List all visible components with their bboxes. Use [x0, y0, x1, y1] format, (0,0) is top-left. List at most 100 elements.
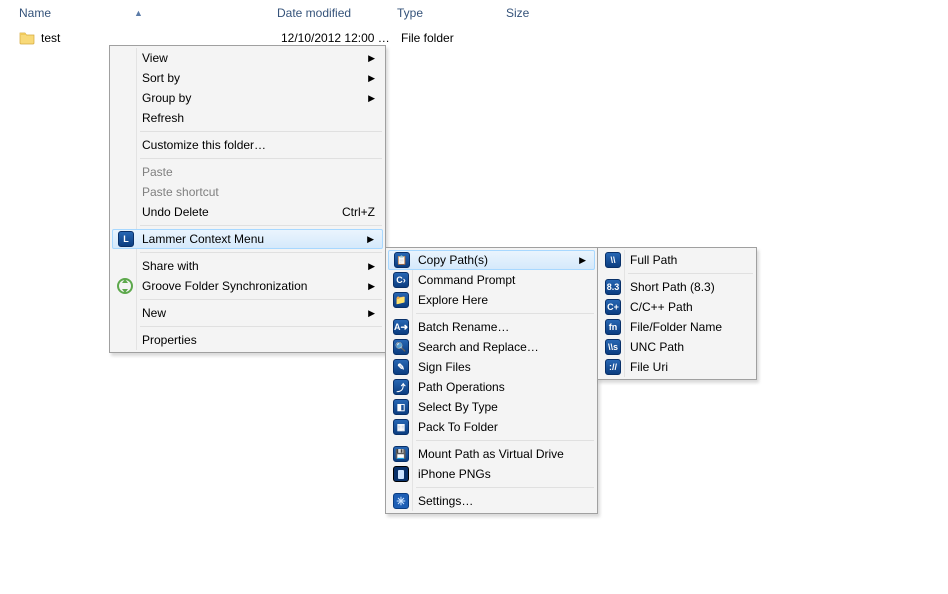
menu-item-label: Settings…: [418, 494, 587, 508]
menu-item-label: New: [142, 306, 375, 320]
menu-item-pack-to-folder[interactable]: ▦ Pack To Folder: [388, 417, 595, 437]
feature-icon: \\: [605, 252, 621, 268]
menu-item-label: Short Path (8.3): [630, 280, 746, 294]
menu-item-copy-path-s[interactable]: 📋Copy Path(s)▶: [388, 250, 595, 270]
lammer-icon: L: [118, 231, 134, 247]
menu-item-file-uri[interactable]: ://File Uri: [600, 357, 754, 377]
feature-icon: A➜: [393, 319, 409, 335]
context-menu-copypath: \\ Full Path 8.3 Short Path (8.3) C+ C/C++ Pa…: [597, 247, 757, 380]
menu-item-command-prompt[interactable]: C›Command Prompt: [388, 270, 595, 290]
menu-item-label: Select By Type: [418, 400, 587, 414]
column-headers: Name ▲ Date modified Type Size: [0, 0, 948, 26]
col-header-name[interactable]: Name ▲: [19, 6, 277, 20]
feature-icon: 📁: [393, 292, 409, 308]
feature-icon: \\s: [605, 339, 621, 355]
menu-separator: [416, 313, 594, 314]
submenu-arrow-icon: ▶: [367, 234, 374, 245]
menu-item-settings[interactable]: Settings…: [388, 491, 595, 511]
col-header-name-label: Name: [19, 6, 51, 20]
feature-icon: ✎: [393, 359, 409, 375]
col-header-date[interactable]: Date modified: [277, 6, 397, 20]
menu-item-label: Sort by: [142, 71, 375, 85]
menu-item-properties[interactable]: Properties: [112, 330, 383, 350]
menu-item-select-by-type[interactable]: ◧ Select By Type: [388, 397, 595, 417]
menu-separator: [140, 131, 382, 132]
menu-item-label: Command Prompt: [418, 273, 587, 287]
menu-item-label: Lammer Context Menu: [142, 232, 375, 246]
menu-item-label: Search and Replace…: [418, 340, 587, 354]
menu-item-customize-this-folder[interactable]: Customize this folder…: [112, 135, 383, 155]
submenu-arrow-icon: ▶: [368, 308, 375, 319]
menu-item-accel: Ctrl+Z: [312, 205, 375, 219]
submenu-arrow-icon: ▶: [368, 281, 375, 292]
menu-item-lammer-context-menu[interactable]: L Lammer Context Menu▶: [112, 229, 383, 249]
menu-item-label: Path Operations: [418, 380, 587, 394]
menu-item-label: Properties: [142, 333, 375, 347]
menu-separator: [140, 326, 382, 327]
menu-item-new[interactable]: New▶: [112, 303, 383, 323]
feature-icon: 8.3: [605, 279, 621, 295]
menu-item-label: File Uri: [630, 360, 746, 374]
menu-item-label: Sign Files: [418, 360, 587, 374]
menu-item-search-and-replace[interactable]: 🔍Search and Replace…: [388, 337, 595, 357]
menu-item-label: Paste shortcut: [142, 185, 375, 199]
menu-item-label: Explore Here: [418, 293, 587, 307]
submenu-arrow-icon: ▶: [368, 53, 375, 64]
menu-item-paste-shortcut: Paste shortcut: [112, 182, 383, 202]
feature-icon: 📋: [394, 252, 410, 268]
menu-item-explore-here[interactable]: 📁 Explore Here: [388, 290, 595, 310]
menu-item-label: Full Path: [630, 253, 746, 267]
feature-icon: C+: [605, 299, 621, 315]
col-header-size[interactable]: Size: [506, 6, 566, 20]
menu-item-short-path-8-3[interactable]: 8.3 Short Path (8.3): [600, 277, 754, 297]
iphone-icon: [393, 466, 409, 482]
menu-item-sign-files[interactable]: ✎ Sign Files: [388, 357, 595, 377]
feature-icon: 💾: [393, 446, 409, 462]
menu-item-file-folder-name[interactable]: fnFile/Folder Name: [600, 317, 754, 337]
menu-separator: [140, 299, 382, 300]
file-type: File folder: [401, 31, 510, 45]
menu-item-label: Paste: [142, 165, 375, 179]
menu-separator: [140, 252, 382, 253]
menu-item-refresh[interactable]: Refresh: [112, 108, 383, 128]
submenu-arrow-icon: ▶: [368, 73, 375, 84]
context-menu-lammer: 📋Copy Path(s)▶C›Command Prompt📁Explore H…: [385, 247, 598, 514]
menu-item-c-c-path[interactable]: C+ C/C++ Path: [600, 297, 754, 317]
menu-separator: [140, 225, 382, 226]
menu-item-full-path[interactable]: \\ Full Path: [600, 250, 754, 270]
menu-separator: [416, 440, 594, 441]
menu-item-path-operations[interactable]: ⤴ Path Operations: [388, 377, 595, 397]
menu-item-undo-delete[interactable]: Undo DeleteCtrl+Z: [112, 202, 383, 222]
menu-item-label: C/C++ Path: [630, 300, 746, 314]
submenu-arrow-icon: ▶: [368, 93, 375, 104]
feature-icon: ◧: [393, 399, 409, 415]
menu-item-view[interactable]: View▶: [112, 48, 383, 68]
menu-item-unc-path[interactable]: \\s UNC Path: [600, 337, 754, 357]
menu-item-label: Customize this folder…: [142, 138, 375, 152]
sort-indicator-icon: ▲: [134, 8, 143, 18]
menu-item-batch-rename[interactable]: A➜ Batch Rename…: [388, 317, 595, 337]
menu-item-share-with[interactable]: Share with▶: [112, 256, 383, 276]
col-header-type[interactable]: Type: [397, 6, 506, 20]
menu-item-label: Batch Rename…: [418, 320, 587, 334]
menu-separator: [416, 487, 594, 488]
menu-item-label: View: [142, 51, 375, 65]
settings-icon: [393, 493, 409, 509]
menu-item-label: Mount Path as Virtual Drive: [418, 447, 587, 461]
sync-icon: [117, 278, 133, 294]
folder-icon: [19, 30, 35, 46]
menu-item-label: Pack To Folder: [418, 420, 587, 434]
menu-item-iphone-pngs[interactable]: iPhone PNGs: [388, 464, 595, 484]
file-name: test: [41, 31, 281, 45]
menu-item-label: Undo Delete: [142, 205, 312, 219]
menu-item-label: UNC Path: [630, 340, 746, 354]
feature-icon: ⤴: [393, 379, 409, 395]
menu-item-label: File/Folder Name: [630, 320, 746, 334]
menu-item-groove-folder-synchronization[interactable]: Groove Folder Synchronization▶: [112, 276, 383, 296]
menu-item-sort-by[interactable]: Sort by▶: [112, 68, 383, 88]
menu-item-group-by[interactable]: Group by▶: [112, 88, 383, 108]
menu-item-label: Copy Path(s): [418, 253, 587, 267]
menu-item-paste: Paste: [112, 162, 383, 182]
menu-item-mount-path-as-virtual-drive[interactable]: 💾 Mount Path as Virtual Drive: [388, 444, 595, 464]
feature-icon: ▦: [393, 419, 409, 435]
